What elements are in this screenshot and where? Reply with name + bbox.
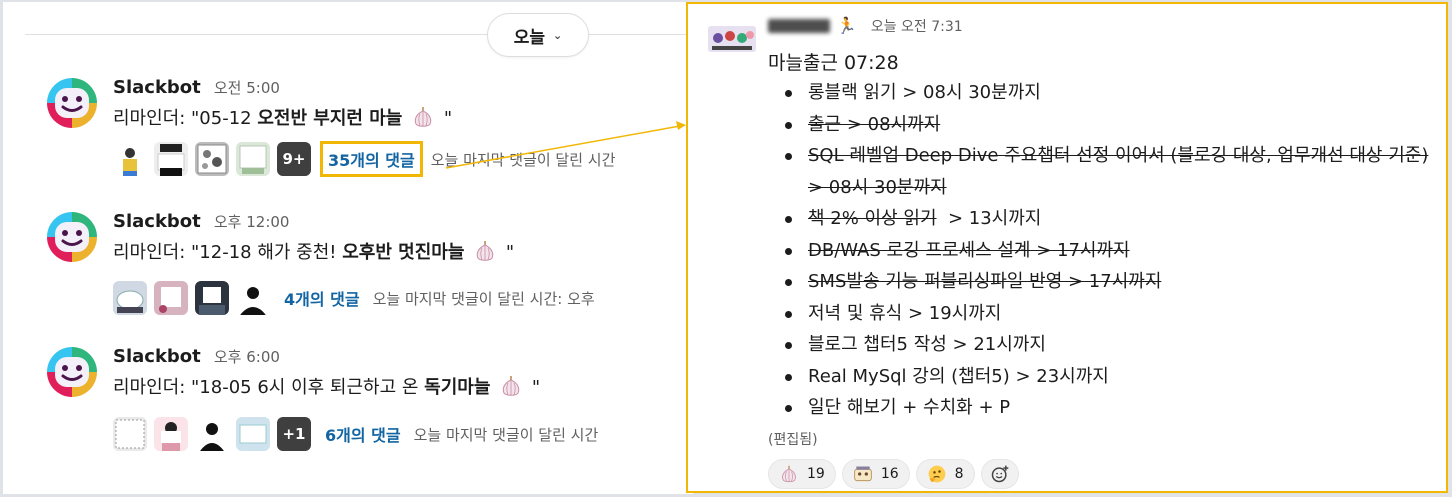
message-item[interactable]: Slackbot 오전 5:00 리마인더: "05-12 오전반 부지런 마늘…: [43, 74, 693, 194]
participant-avatar: [113, 142, 147, 176]
participant-avatar: [236, 142, 270, 176]
todo-item: DB/WAS 로깅 프로세스 설계 > 17시까지: [785, 235, 1438, 267]
running-person-icon: 🏃: [836, 16, 857, 35]
edited-label: (편집됨): [768, 432, 818, 448]
participant-avatar: [236, 281, 270, 315]
reply-count-link[interactable]: 6개의 댓글: [320, 419, 406, 449]
thread-message-title: 마늘출근 07:28: [768, 52, 899, 74]
message-header: Slackbot 오후 6:00: [113, 346, 280, 367]
sender-name[interactable]: Slackbot: [113, 346, 201, 367]
participant-avatar: [154, 281, 188, 315]
day-divider-line: [25, 34, 693, 35]
add-reaction-button[interactable]: [980, 459, 1019, 489]
garlic-icon: [502, 376, 520, 396]
day-divider-button[interactable]: 오늘 ⌄: [487, 13, 589, 57]
user-avatar[interactable]: [706, 16, 758, 64]
reactions-bar: 19 16 8: [768, 459, 1025, 489]
reply-count-link[interactable]: 4개의 댓글: [279, 283, 365, 313]
slackbot-avatar-icon: [43, 343, 101, 401]
reaction-count: 16: [880, 466, 899, 482]
sticker-icon: [854, 466, 872, 482]
reaction-count: 19: [807, 466, 825, 482]
thread-message-panel: 🏃 오늘 오전 7:31 마늘출근 07:28 롱블랙 읽기 > 08시 30분…: [686, 2, 1448, 493]
thread-message-time[interactable]: 오늘 오전 7:31: [871, 19, 963, 35]
todo-item: SMS발송 기능 퍼블리싱파일 반영 > 17시까지: [785, 266, 1438, 298]
message-time[interactable]: 오후 6:00: [214, 348, 280, 366]
message-text-bold: 오후반 멋진마늘: [342, 242, 465, 263]
participant-avatar: [236, 417, 270, 451]
day-divider-label: 오늘: [513, 27, 546, 48]
todo-item: Real MySql 강의 (챕터5) > 23시까지: [785, 361, 1438, 393]
user-name[interactable]: [768, 19, 830, 33]
message-text-prefix: 리마인더: "12-18 해가 중천!: [113, 242, 343, 263]
message-text-suffix: ": [438, 108, 453, 129]
todo-item-rest: > 13시까지: [936, 208, 1042, 229]
message-text-bold: 오전반 부지런 마늘: [257, 108, 403, 129]
todo-item: SQL 레벨업 Deep Dive 주요챕터 선정 이어서 (블로깅 대상, 업…: [785, 140, 1438, 203]
message-text: 리마인더: "18-05 6시 이후 퇴근하고 온 독기마늘 ": [113, 373, 540, 399]
channel-pane: 오늘 ⌄ Slackbot 오전 5:00 리마인더: "05-12 오전반 부…: [3, 2, 693, 494]
todo-item: 저녁 및 휴식 > 19시까지: [785, 298, 1438, 330]
thinking-face-icon: [928, 465, 945, 483]
message-text-prefix: 리마인더: "05-12: [113, 108, 258, 129]
participant-avatar: [195, 142, 229, 176]
participant-avatar: [113, 417, 147, 451]
chevron-down-icon: ⌄: [553, 28, 563, 42]
reaction-thinking[interactable]: 8: [915, 459, 975, 489]
message-text-prefix: 리마인더: "18-05 6시 이후 퇴근하고 온: [113, 377, 425, 398]
garlic-icon: [414, 107, 432, 127]
reply-count-link[interactable]: 35개의 댓글: [320, 141, 423, 177]
sender-name[interactable]: Slackbot: [113, 211, 201, 232]
message-header: Slackbot 오전 5:00: [113, 77, 280, 98]
sender-name[interactable]: Slackbot: [113, 77, 201, 98]
todo-item: 롱블랙 읽기 > 08시 30분까지: [785, 77, 1438, 109]
message-header: Slackbot 오후 12:00: [113, 211, 289, 232]
thread-summary[interactable]: 9+ 35개의 댓글 오늘 마지막 댓글이 달린 시간: [113, 141, 615, 177]
message-text-suffix: ": [500, 242, 515, 263]
todo-item: 출근 > 08시까지: [785, 109, 1438, 141]
participant-avatar: [154, 417, 188, 451]
slackbot-avatar-icon: [43, 74, 101, 132]
thread-message-header: 🏃 오늘 오전 7:31: [768, 16, 963, 36]
more-participants-badge: +1: [277, 417, 311, 451]
garlic-icon: [782, 465, 796, 483]
message-text-bold: 독기마늘: [424, 377, 491, 398]
message-time[interactable]: 오후 12:00: [214, 213, 290, 231]
todo-list: 롱블랙 읽기 > 08시 30분까지 출근 > 08시까지 SQL 레벨업 Deep…: [785, 77, 1438, 424]
more-participants-badge: 9+: [277, 142, 311, 176]
todo-item-struck: 책 2% 이상 읽기: [808, 208, 937, 229]
slackbot-avatar-icon: [43, 208, 101, 266]
reaction-count: 8: [954, 466, 964, 482]
thread-summary[interactable]: 4개의 댓글 오늘 마지막 댓글이 달린 시간: 오후: [113, 281, 595, 315]
todo-item: 블로그 챕터5 작성 > 21시까지: [785, 329, 1438, 361]
participant-avatar: [195, 417, 229, 451]
participant-avatar: [154, 142, 188, 176]
add-emoji-icon: [991, 465, 1008, 483]
last-reply-time: 오늘 마지막 댓글이 달린 시간: [430, 150, 616, 169]
todo-item: 일단 해보기 + 수치화 + P: [785, 392, 1438, 424]
message-item[interactable]: Slackbot 오후 12:00 리마인더: "12-18 해가 중천! 오후…: [43, 208, 693, 328]
message-text-suffix: ": [526, 377, 541, 398]
last-reply-time: 오늘 마지막 댓글이 달린 시간: 오후: [372, 289, 595, 308]
reaction-sticker[interactable]: 16: [841, 459, 910, 489]
thread-summary[interactable]: +1 6개의 댓글 오늘 마지막 댓글이 달린 시간: [113, 417, 598, 451]
participant-avatar: [113, 281, 147, 315]
todo-item: 책 2% 이상 읽기 > 13시까지: [785, 203, 1438, 235]
message-text: 리마인더: "05-12 오전반 부지런 마늘 ": [113, 104, 452, 130]
garlic-icon: [476, 241, 494, 261]
reaction-garlic[interactable]: 19: [768, 459, 836, 489]
message-text: 리마인더: "12-18 해가 중천! 오후반 멋진마늘 ": [113, 238, 514, 264]
message-item[interactable]: Slackbot 오후 6:00 리마인더: "18-05 6시 이후 퇴근하고…: [43, 343, 693, 463]
participant-avatar: [195, 281, 229, 315]
message-time[interactable]: 오전 5:00: [214, 79, 280, 97]
last-reply-time: 오늘 마지막 댓글이 달린 시간: [413, 425, 599, 444]
